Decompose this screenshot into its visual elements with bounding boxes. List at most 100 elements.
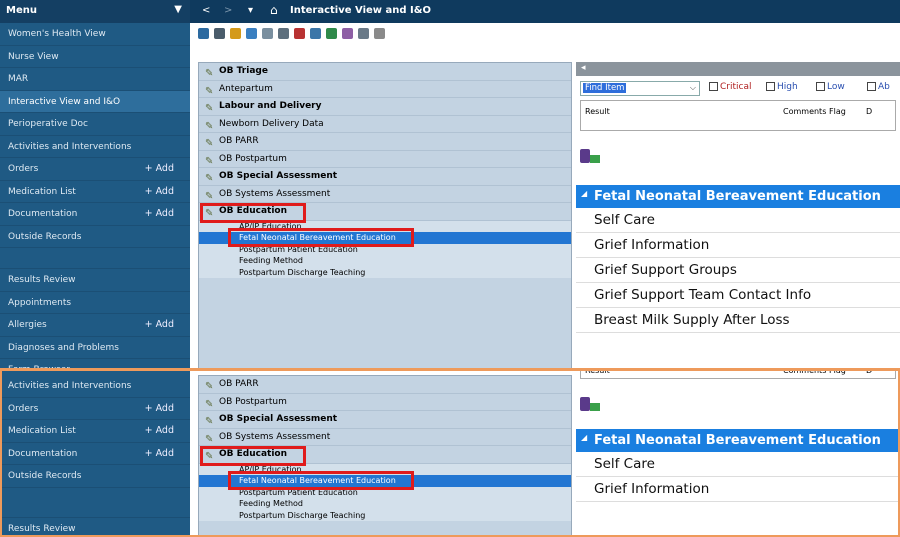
sidebar-item-label: Appointments bbox=[8, 297, 72, 308]
add-button[interactable]: + Add bbox=[145, 443, 174, 466]
band-item[interactable]: ✎ OB Triage bbox=[199, 63, 571, 81]
section-label: Postpartum Discharge Teaching bbox=[239, 267, 366, 277]
assessment-row[interactable]: Self Care bbox=[576, 208, 900, 233]
add-button[interactable]: + Add bbox=[145, 181, 174, 204]
section-item[interactable]: Postpartum Discharge Teaching bbox=[199, 510, 571, 522]
highlight-box-ob-education bbox=[200, 203, 306, 223]
collapse-icon[interactable]: ◢ bbox=[581, 426, 587, 449]
section-item[interactable]: Postpartum Discharge Teaching bbox=[199, 267, 571, 279]
section-item[interactable]: Feeding Method bbox=[199, 255, 571, 267]
filter-checkbox[interactable]: High bbox=[766, 82, 798, 92]
chart-icon[interactable] bbox=[590, 403, 600, 411]
band-item[interactable]: ✎ OB Systems Assessment bbox=[199, 429, 571, 446]
section-header[interactable]: ◢ Fetal Neonatal Bereavement Education bbox=[576, 185, 900, 208]
toolbar bbox=[190, 23, 900, 45]
doc-icon[interactable] bbox=[580, 149, 590, 163]
sidebar-item[interactable]: Medication List + Add bbox=[0, 420, 190, 443]
chart-icon[interactable] bbox=[198, 28, 209, 39]
sidebar-item[interactable]: Perioperative Doc bbox=[0, 113, 190, 136]
section-item[interactable]: Feeding Method bbox=[199, 498, 571, 510]
add-button[interactable]: + Add bbox=[145, 420, 174, 443]
sidebar-item[interactable]: Activities and Interventions bbox=[0, 136, 190, 158]
add-button[interactable]: + Add bbox=[145, 398, 174, 421]
signature-icon[interactable] bbox=[262, 28, 273, 39]
checkbox-box[interactable] bbox=[709, 82, 718, 91]
collapse-icon[interactable]: ◢ bbox=[581, 182, 587, 205]
assessment-row[interactable]: Self Care bbox=[576, 452, 900, 477]
filter-checkbox[interactable]: Critical bbox=[709, 82, 751, 92]
close-icon[interactable] bbox=[374, 28, 385, 39]
section-header[interactable]: ◢ Fetal Neonatal Bereavement Education bbox=[576, 429, 900, 452]
sidebar-item[interactable]: Activities and Interventions bbox=[0, 375, 190, 398]
assessment-row[interactable]: Grief Information bbox=[576, 233, 900, 258]
highlight-box-fetal-education bbox=[228, 471, 414, 490]
sidebar-item[interactable]: Documentation + Add bbox=[0, 443, 190, 466]
pin-icon[interactable]: ▼ bbox=[174, 4, 182, 15]
home-icon[interactable]: ⌂ bbox=[270, 3, 278, 17]
band-item[interactable]: ✎ OB PARR bbox=[199, 133, 571, 151]
sidebar-item[interactable]: Allergies + Add bbox=[0, 314, 190, 337]
sidebar-item[interactable]: Documentation + Add bbox=[0, 203, 190, 226]
clipboard-icon[interactable] bbox=[310, 28, 321, 39]
history-dropdown[interactable]: ▾ bbox=[248, 5, 253, 16]
add-button[interactable]: + Add bbox=[145, 203, 174, 226]
find-item-select[interactable]: Find Item ⌵ bbox=[580, 81, 700, 96]
grid-icon[interactable] bbox=[214, 28, 225, 39]
band-item[interactable]: ✎ OB Special Assessment bbox=[199, 411, 571, 429]
sidebar-item[interactable]: Medication List + Add bbox=[0, 181, 190, 204]
filter-checkbox[interactable]: Ab bbox=[867, 82, 890, 92]
print-icon[interactable] bbox=[358, 28, 369, 39]
band-item[interactable]: ✎ OB Systems Assessment bbox=[199, 186, 571, 203]
graph-icon[interactable] bbox=[326, 28, 337, 39]
sidebar-item[interactable]: Appointments bbox=[0, 292, 190, 314]
sidebar-item[interactable]: Outside Records bbox=[0, 465, 190, 488]
sidebar-item[interactable]: Interactive View and I&O bbox=[0, 90, 190, 113]
chart-icon[interactable] bbox=[590, 155, 600, 163]
assessment-row[interactable]: Grief Support Groups bbox=[576, 258, 900, 283]
checkbox-box[interactable] bbox=[816, 82, 825, 91]
sidebar-item[interactable]: Nurse View bbox=[0, 46, 190, 68]
checkbox-label: Low bbox=[827, 82, 845, 92]
band-item[interactable]: ✎ Newborn Delivery Data bbox=[199, 116, 571, 133]
sidebar-menu: Menu ▼ Women's Health View Nurse View MAR Int… bbox=[0, 0, 190, 369]
forward-button[interactable]: > bbox=[224, 5, 232, 16]
cancel-icon[interactable] bbox=[294, 28, 305, 39]
sidebar-item[interactable]: MAR bbox=[0, 68, 190, 91]
doc-icon[interactable] bbox=[580, 397, 590, 411]
sidebar-item[interactable]: Results Review bbox=[0, 518, 190, 537]
assessment-row[interactable]: Grief Support Team Contact Info bbox=[576, 283, 900, 308]
sidebar-item-label: Orders bbox=[8, 164, 39, 174]
sidebar-item[interactable]: Results Review bbox=[0, 269, 190, 292]
scroll-left-icon[interactable]: ◂ bbox=[581, 63, 586, 73]
sidebar-item[interactable]: Outside Records bbox=[0, 226, 190, 248]
band-item[interactable]: ✎ OB Postpartum bbox=[199, 151, 571, 168]
section-title: Fetal Neonatal Bereavement Education bbox=[594, 189, 881, 204]
sidebar-spacer bbox=[0, 488, 190, 518]
check-icon[interactable] bbox=[278, 28, 289, 39]
sidebar-item[interactable]: Women's Health View bbox=[0, 23, 190, 46]
flowsheet-icons bbox=[576, 395, 900, 419]
photo-icon[interactable] bbox=[342, 28, 353, 39]
band-item[interactable]: ✎ OB Postpartum bbox=[199, 394, 571, 411]
band-item[interactable]: ✎ OB Special Assessment bbox=[199, 168, 571, 186]
sidebar-item[interactable]: Orders + Add bbox=[0, 158, 190, 181]
refresh-icon[interactable] bbox=[230, 28, 241, 39]
grid-column-header: Flag bbox=[829, 107, 846, 116]
sidebar-item[interactable]: Diagnoses and Problems bbox=[0, 337, 190, 359]
add-button[interactable]: + Add bbox=[145, 314, 174, 337]
band-item[interactable]: ✎ Labour and Delivery bbox=[199, 98, 571, 116]
band-item[interactable]: ✎ OB PARR bbox=[199, 376, 571, 394]
table-icon[interactable] bbox=[246, 28, 257, 39]
band-label: OB Special Assessment bbox=[219, 414, 338, 424]
assessment-row[interactable]: Breast Milk Supply After Loss bbox=[576, 308, 900, 333]
assessment-row[interactable]: Grief Information bbox=[576, 477, 900, 502]
filter-checkbox[interactable]: Low bbox=[816, 82, 845, 92]
band-label: OB Special Assessment bbox=[219, 171, 338, 181]
sidebar-item[interactable]: Orders + Add bbox=[0, 398, 190, 421]
add-button[interactable]: + Add bbox=[145, 158, 174, 181]
band-item[interactable]: ✎ Antepartum bbox=[199, 81, 571, 98]
sidebar-item-label: Results Review bbox=[8, 523, 76, 534]
checkbox-box[interactable] bbox=[867, 82, 876, 91]
checkbox-box[interactable] bbox=[766, 82, 775, 91]
back-button[interactable]: < bbox=[202, 5, 210, 16]
